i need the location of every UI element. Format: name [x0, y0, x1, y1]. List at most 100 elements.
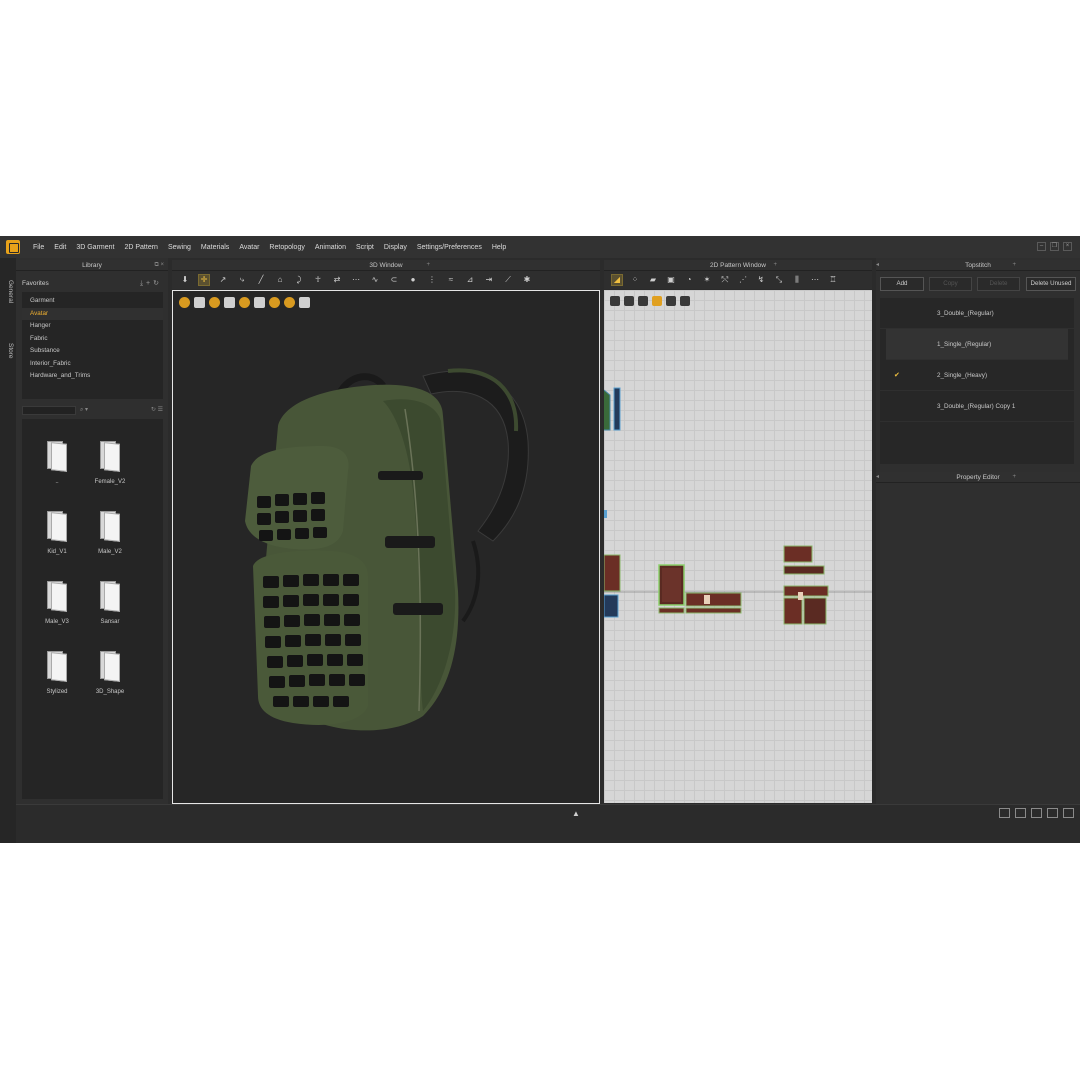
library-item[interactable]: Male_V2 [85, 511, 135, 571]
wireframe-icon[interactable] [254, 297, 265, 308]
library-search-input[interactable] [22, 406, 76, 415]
menu-file[interactable]: File [28, 244, 49, 251]
seam-icon[interactable]: ⋰ [738, 275, 748, 285]
pattern-texture-icon[interactable] [652, 296, 662, 306]
hair-icon[interactable] [284, 297, 295, 308]
pleat-icon[interactable]: ⊿ [465, 275, 475, 285]
menu-display[interactable]: Display [379, 244, 412, 251]
dart-icon[interactable]: ⤲ [720, 275, 730, 285]
search-icon[interactable]: ⌕ ▾ [80, 406, 88, 414]
viewport-3d[interactable] [172, 290, 600, 804]
favorites-actions-icon[interactable]: ⤓+↻ [140, 279, 162, 288]
pattern-fill-icon[interactable] [624, 296, 634, 306]
avatar-icon[interactable]: ☥ [313, 275, 323, 285]
trim-icon[interactable]: ⇥ [484, 275, 494, 285]
menu-edit[interactable]: Edit [49, 244, 71, 251]
line-tool-icon[interactable]: ╱ [256, 275, 266, 285]
circle-icon[interactable]: ◔ [684, 275, 694, 285]
transform-pattern-icon[interactable]: ◢ [611, 274, 623, 286]
menu-settings[interactable]: Settings/Preferences [412, 244, 487, 251]
favorite-hanger[interactable]: Hanger [22, 320, 163, 333]
avatar-display-icon[interactable] [224, 297, 235, 308]
library-item[interactable]: Stylized [32, 651, 82, 711]
sewing-icon[interactable]: ↯ [756, 275, 766, 285]
menu-materials[interactable]: Materials [196, 244, 234, 251]
library-item[interactable]: 3D_Shape [85, 651, 135, 711]
internal-line-icon[interactable]: ✶ [702, 275, 712, 285]
fold-icon[interactable]: ⤸ [294, 275, 304, 285]
simulate-icon[interactable] [179, 297, 190, 308]
menu-3d-garment[interactable]: 3D Garment [71, 244, 119, 251]
layout-custom-icon[interactable] [1063, 808, 1074, 818]
select-mesh-icon[interactable]: ↗ [218, 275, 228, 285]
add-tab-icon[interactable]: + [426, 260, 430, 271]
zipper-icon[interactable]: ⋮ [427, 275, 437, 285]
add-tab-icon[interactable]: + [773, 260, 777, 271]
menu-help[interactable]: Help [487, 244, 511, 251]
segment-sewing-icon[interactable]: ⤡ [774, 275, 784, 285]
topstitch-item[interactable]: 3_Double_(Regular) Copy 1 [880, 391, 1074, 422]
library-item[interactable]: .. [32, 441, 82, 501]
menu-2d-pattern[interactable]: 2D Pattern [119, 244, 162, 251]
select-tool-icon[interactable]: ⬇ [180, 275, 190, 285]
topstitch-item[interactable]: ✔ 2_Single_(Heavy) [880, 360, 1074, 391]
favorite-fabric[interactable]: Fabric [22, 333, 163, 346]
library-item[interactable]: Male_V3 [32, 581, 82, 641]
tuck-icon[interactable]: ⊂ [389, 275, 399, 285]
pattern-grain-icon[interactable] [638, 296, 648, 306]
delete-button[interactable]: Delete [977, 277, 1020, 291]
panel-float-icon[interactable]: ⧉ × [155, 260, 164, 271]
menu-retopology[interactable]: Retopology [264, 244, 309, 251]
favorite-interior-fabric[interactable]: Interior_Fabric [22, 358, 163, 371]
add-tab-icon[interactable]: + [1012, 260, 1016, 271]
garment-icon[interactable]: ⌂ [275, 275, 285, 285]
pattern-avatar-icon[interactable] [680, 296, 690, 306]
measure-icon[interactable]: ⇄ [332, 275, 342, 285]
polygon-icon[interactable]: ▰ [648, 275, 658, 285]
favorite-substance[interactable]: Substance [22, 345, 163, 358]
delete-unused-button[interactable]: Delete Unused [1026, 277, 1076, 291]
elastic-icon[interactable]: ≈ [446, 275, 456, 285]
tab-general[interactable]: General [2, 272, 14, 312]
free-sewing-icon[interactable]: ⫼ [792, 275, 802, 285]
garment-display-icon[interactable] [194, 297, 205, 308]
library-item[interactable]: Kid_V1 [32, 511, 82, 571]
shirt-icon[interactable]: ♖ [828, 275, 838, 285]
edit-pattern-icon[interactable]: ⁘ [630, 275, 640, 285]
pin-icon[interactable]: ◂ [876, 260, 879, 271]
pin-icon[interactable]: ⤷ [237, 275, 247, 285]
close-icon[interactable]: × [1063, 242, 1072, 251]
move-tool-icon[interactable]: ✛ [198, 274, 210, 286]
viewport-2d[interactable] [604, 290, 872, 803]
layout-three-icon[interactable] [1031, 808, 1042, 818]
library-item[interactable]: Sansar [85, 581, 135, 641]
pin-icon[interactable]: ◂ [876, 472, 879, 483]
render-icon[interactable] [299, 297, 310, 308]
layout-quad-icon[interactable] [1047, 808, 1058, 818]
menu-avatar[interactable]: Avatar [234, 244, 264, 251]
topstitch-icon[interactable]: ⋯ [810, 275, 820, 285]
topstitch-item[interactable]: 1_Single_(Regular) [886, 329, 1068, 360]
copy-button[interactable]: Copy [929, 277, 972, 291]
texture-icon[interactable]: ✱ [522, 275, 532, 285]
brush-icon[interactable]: ⟋ [503, 275, 513, 285]
rectangle-icon[interactable]: ▣ [666, 275, 676, 285]
add-button[interactable]: Add [880, 277, 924, 291]
pattern-display-icon[interactable] [610, 296, 620, 306]
menu-animation[interactable]: Animation [310, 244, 351, 251]
tab-store[interactable]: Store [2, 336, 14, 366]
pattern-outline-icon[interactable] [666, 296, 676, 306]
skin-icon[interactable] [269, 297, 280, 308]
minimize-icon[interactable]: – [1037, 242, 1046, 251]
restore-icon[interactable]: ❐ [1050, 242, 1059, 251]
sew-icon[interactable]: ∿ [370, 275, 380, 285]
favorite-avatar[interactable]: Avatar [22, 307, 163, 320]
stitch-icon[interactable]: ⋯ [351, 275, 361, 285]
layout-single-icon[interactable] [999, 808, 1010, 818]
texture-display-icon[interactable] [239, 297, 250, 308]
fabric-display-icon[interactable] [209, 297, 220, 308]
topstitch-item[interactable]: 3_Double_(Regular) [880, 298, 1074, 329]
view-toggle-icon[interactable]: ↻ ☰ [151, 406, 163, 413]
menu-script[interactable]: Script [351, 244, 379, 251]
layout-split-icon[interactable] [1015, 808, 1026, 818]
